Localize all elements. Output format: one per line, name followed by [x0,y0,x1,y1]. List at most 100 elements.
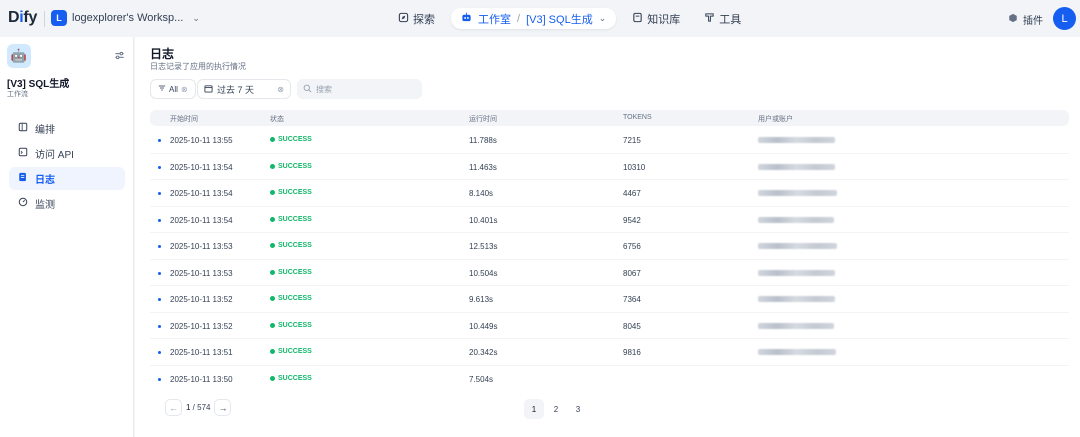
page-button[interactable]: 1 [524,399,544,419]
plugins-button[interactable]: 插件 [1008,12,1043,27]
user-redacted [758,163,835,170]
nav-tools-label: 工具 [719,13,742,26]
runtime: 11.463s [469,162,497,172]
page-counter: 1 / 574 [186,403,211,412]
runtime: 10.401s [469,215,498,225]
table-row[interactable]: 2025-10-11 13:53 SUCCESS 12.513s 6756 [150,233,1069,260]
start-time: 2025-10-11 13:55 [170,136,233,145]
runtime: 11.788s [469,136,497,145]
search-icon [303,84,312,95]
user-redacted [758,322,834,329]
log-table-body: 2025-10-11 13:55 SUCCESS 11.788s 7215 20… [150,127,1069,392]
unread-dot [158,192,161,195]
workspace-name: logexplorer's Worksp... [72,12,184,24]
status-badge: SUCCESS [270,189,312,196]
prev-page-button[interactable]: ← [165,399,182,416]
divider [44,11,45,27]
nav-knowledge[interactable]: 知识库 [624,8,688,29]
start-time: 2025-10-11 13:52 [170,321,233,331]
runtime: 20.342s [469,348,498,357]
runtime: 12.513s [469,242,498,251]
nav-studio[interactable]: 工作室 / [V3] SQL生成 ⌄ [451,8,617,29]
calendar-icon [204,84,213,95]
next-page-button[interactable]: → [214,399,232,416]
status-badge: SUCCESS [270,322,312,329]
tokens: 7364 [623,295,641,304]
compass-icon [398,12,409,26]
main-nav: 探索 工作室 / [V3] SQL生成 ⌄ 知识库 工具 [390,8,749,29]
nav-knowledge-label: 知识库 [647,13,681,26]
table-row[interactable]: 2025-10-11 13:54 SUCCESS 11.463s 10310 [150,154,1069,180]
total-pages: 574 [197,403,211,412]
runtime: 7.504s [469,374,494,384]
col-start-time: 开始时间 [170,116,198,123]
page-button[interactable]: 3 [568,399,588,419]
nav-divider: / [517,12,521,25]
book-icon [632,12,643,26]
nav-tools[interactable]: 工具 [696,8,749,29]
status-badge: SUCCESS [270,375,312,382]
table-row[interactable]: 2025-10-11 13:55 SUCCESS 11.788s 7215 [150,127,1069,154]
user-redacted [758,296,835,302]
user-avatar[interactable]: L [1053,7,1076,30]
nav-explore-label: 探索 [413,13,435,26]
status-badge: SUCCESS [270,269,312,276]
table-row[interactable]: 2025-10-11 13:50 SUCCESS 7.504s [150,366,595,393]
plugins-label: 插件 [1023,16,1043,27]
table-row[interactable]: 2025-10-11 13:54 SUCCESS 10.401s 9542 [150,207,1069,233]
table-row[interactable]: 2025-10-11 13:54 SUCCESS 8.140s 4467 [150,180,1069,207]
runtime: 10.449s [469,321,498,331]
tokens: 10310 [623,162,646,172]
start-time: 2025-10-11 13:53 [170,268,233,278]
user-redacted [758,190,837,196]
current-page: 1 [186,403,191,412]
nav-explore[interactable]: 探索 [390,8,443,29]
unread-dot [158,351,161,354]
status-filter-value: All [169,84,178,94]
clear-icon[interactable]: ⊗ [181,85,188,94]
search-input[interactable] [316,84,416,94]
unread-dot [158,271,161,275]
start-time: 2025-10-11 13:54 [170,215,233,225]
sidebar-item-label: 日志 [35,175,55,186]
pager: ← 1 / 574 → [165,399,232,416]
current-app-label[interactable]: [V3] SQL生成 [526,11,593,27]
dify-logo[interactable]: Dify [8,9,37,27]
unread-dot [158,245,161,248]
sidebar-item-logs[interactable]: 日志 [9,167,125,190]
status-filter[interactable]: All ⊗ [150,79,196,99]
chevron-down-icon[interactable]: ⌄ [599,13,607,24]
sidebar-item-orchestrate[interactable]: 编排 [9,117,125,140]
sidebar-item-api[interactable]: 访问 API [9,142,125,165]
workspace-avatar: L [51,10,67,26]
sidebar-item-label: 监测 [35,200,55,211]
status-badge: SUCCESS [270,163,312,170]
app-name: [V3] SQL生成 [7,79,70,90]
table-row[interactable]: 2025-10-11 13:53 SUCCESS 10.504s 8067 [150,260,1069,286]
search-box[interactable] [297,79,422,99]
col-runtime: 运行时间 [469,116,497,123]
unread-dot [158,139,161,142]
user-redacted [758,269,835,276]
tokens: 8067 [623,268,641,278]
robot-icon [461,12,472,26]
start-time: 2025-10-11 13:50 [170,374,233,384]
clear-icon[interactable]: ⊗ [277,85,284,94]
sidebar-toggle-icon[interactable] [114,50,125,64]
sidebar-item-monitoring[interactable]: 监测 [9,192,125,215]
table-row[interactable]: 2025-10-11 13:51 SUCCESS 20.342s 9816 [150,339,1069,366]
workspace-switcher[interactable]: L logexplorer's Worksp... ⌄ [51,10,200,26]
table-row[interactable]: 2025-10-11 13:52 SUCCESS 9.613s 7364 [150,286,1069,313]
user-redacted [758,243,837,249]
tokens: 6756 [623,242,641,251]
tokens: 7215 [623,136,641,145]
status-badge: SUCCESS [270,136,312,143]
tokens: 8045 [623,321,641,331]
period-filter[interactable]: 过去 7 天 ⊗ [197,79,291,99]
page-button[interactable]: 2 [546,399,566,419]
status-badge: SUCCESS [270,242,312,249]
top-bar: Dify L logexplorer's Worksp... ⌄ 探索 工作室 … [0,0,1080,37]
table-row[interactable]: 2025-10-11 13:52 SUCCESS 10.449s 8045 [150,313,1069,339]
unread-dot [158,298,161,301]
col-tokens: TOKENS [623,114,652,121]
